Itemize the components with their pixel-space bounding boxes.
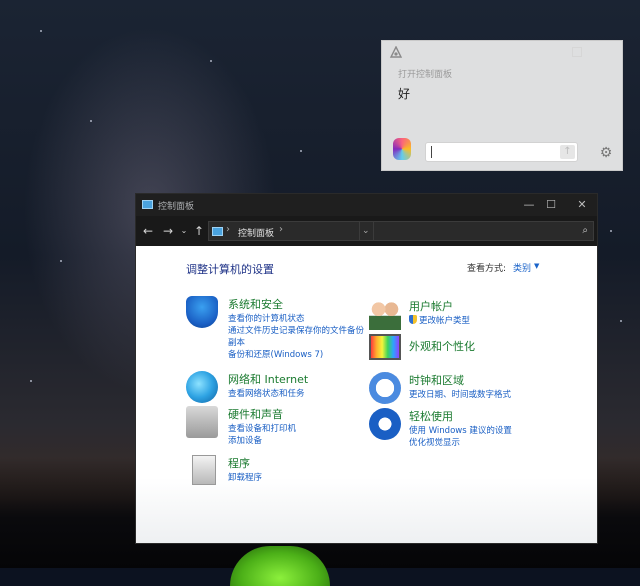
wallpaper-star (90, 120, 92, 122)
assistant-request-text: 打开控制面板 (398, 70, 453, 80)
control-panel-icon (142, 200, 153, 209)
category-title[interactable]: 网络和 Internet (228, 371, 308, 387)
assistant-reply-text: 好 (398, 87, 411, 101)
category-link[interactable]: 更改帐户类型 (409, 314, 470, 326)
breadcrumb-control-panel[interactable]: 控制面板 (238, 226, 274, 239)
maximize-button[interactable]: ☐ (543, 197, 559, 213)
text-caret (431, 146, 432, 158)
view-by-chevron-icon[interactable]: ▼ (534, 262, 539, 270)
globe-network-icon[interactable] (186, 371, 218, 403)
clock-globe-icon[interactable] (369, 372, 401, 404)
category-link[interactable]: 使用 Windows 建议的设置 (409, 424, 512, 436)
page-title: 调整计算机的设置 (186, 263, 274, 276)
address-dropdown-icon[interactable]: ⌄ (362, 226, 370, 236)
category-link[interactable]: 查看设备和打印机 (228, 422, 296, 434)
wallpaper-star (30, 380, 32, 382)
category-link-text: 更改帐户类型 (419, 316, 471, 326)
back-arrow-icon[interactable]: ← (140, 223, 156, 239)
category-link[interactable]: 备份和还原(Windows 7) (228, 348, 323, 360)
search-icon[interactable]: ⌕ (582, 225, 588, 236)
assistant-input[interactable] (426, 146, 563, 165)
category-title[interactable]: 硬件和声音 (228, 406, 283, 422)
wallpaper-star (40, 30, 42, 32)
recent-locations-chevron-icon[interactable]: ⌄ (176, 223, 192, 239)
view-by-label: 查看方式: (467, 264, 507, 274)
category-title[interactable]: 程序 (228, 455, 250, 471)
category-link[interactable]: 更改日期、时间或数字格式 (409, 388, 511, 400)
uac-shield-icon (409, 315, 417, 324)
control-panel-content: 调整计算机的设置 查看方式: 类别 ▼ 系统和安全 查看你的计算机状态 通过文件… (136, 246, 597, 543)
wallpaper-star (300, 150, 302, 152)
category-title[interactable]: 时钟和区域 (409, 372, 464, 388)
navigation-bar: ← → ⌄ ↑ › 控制面板 › ⌄ ↻ ⌕ (136, 216, 597, 246)
assistant-input-box[interactable]: ↑ (425, 142, 578, 165)
settings-gear-icon[interactable]: ⚙ (598, 145, 614, 161)
wallpaper-star (610, 230, 612, 232)
send-arrow-icon[interactable]: ↑ (560, 145, 575, 159)
category-link[interactable]: 通过文件历史记录保存你的文件备份 (228, 324, 364, 336)
category-link[interactable]: 查看你的计算机状态 (228, 312, 305, 324)
category-title[interactable]: 外观和个性化 (409, 338, 475, 354)
wallpaper-star (210, 60, 212, 62)
category-title[interactable]: 系统和安全 (228, 296, 283, 312)
window-titlebar[interactable]: 控制面板 — ☐ ✕ (136, 194, 597, 216)
programs-icon[interactable] (192, 455, 216, 485)
category-title[interactable]: 用户帐户 (409, 298, 453, 314)
assistant-logo-icon (389, 46, 403, 58)
category-link[interactable]: 卸载程序 (228, 471, 262, 483)
search-box[interactable]: ⌕ (373, 221, 594, 243)
display-personalization-icon[interactable] (369, 334, 401, 360)
pin-icon[interactable] (572, 47, 582, 57)
category-link[interactable]: 副本 (228, 336, 245, 348)
control-panel-icon (212, 227, 223, 236)
ease-of-access-icon[interactable] (369, 408, 401, 440)
users-icon[interactable] (369, 298, 401, 330)
category-link[interactable]: 添加设备 (228, 434, 262, 446)
wallpaper-star (620, 320, 622, 322)
address-bar[interactable]: › 控制面板 › (208, 221, 360, 241)
breadcrumb-chevron-icon[interactable]: › (279, 224, 283, 235)
minimize-button[interactable]: — (521, 197, 537, 213)
category-title[interactable]: 轻松使用 (409, 408, 453, 424)
up-arrow-icon[interactable]: ↑ (191, 223, 207, 239)
assistant-panel: 打开控制面板 好 ↑ ⚙ (381, 40, 623, 171)
shield-icon[interactable] (186, 296, 218, 328)
search-input[interactable] (374, 225, 576, 243)
assistant-avatar-icon[interactable] (393, 138, 411, 160)
window-title: 控制面板 (158, 202, 195, 212)
printer-icon[interactable] (186, 406, 218, 438)
view-by-dropdown[interactable]: 类别 (513, 261, 531, 274)
close-button[interactable]: ✕ (574, 197, 590, 213)
wallpaper-star (60, 260, 62, 262)
control-panel-window: 控制面板 — ☐ ✕ ← → ⌄ ↑ › 控制面板 › ⌄ ↻ ⌕ 调整计算机的… (135, 193, 598, 544)
category-link[interactable]: 优化视觉显示 (409, 436, 460, 448)
breadcrumb-chevron-icon[interactable]: › (226, 224, 230, 235)
forward-arrow-icon[interactable]: → (160, 223, 176, 239)
category-link[interactable]: 查看网络状态和任务 (228, 387, 305, 399)
